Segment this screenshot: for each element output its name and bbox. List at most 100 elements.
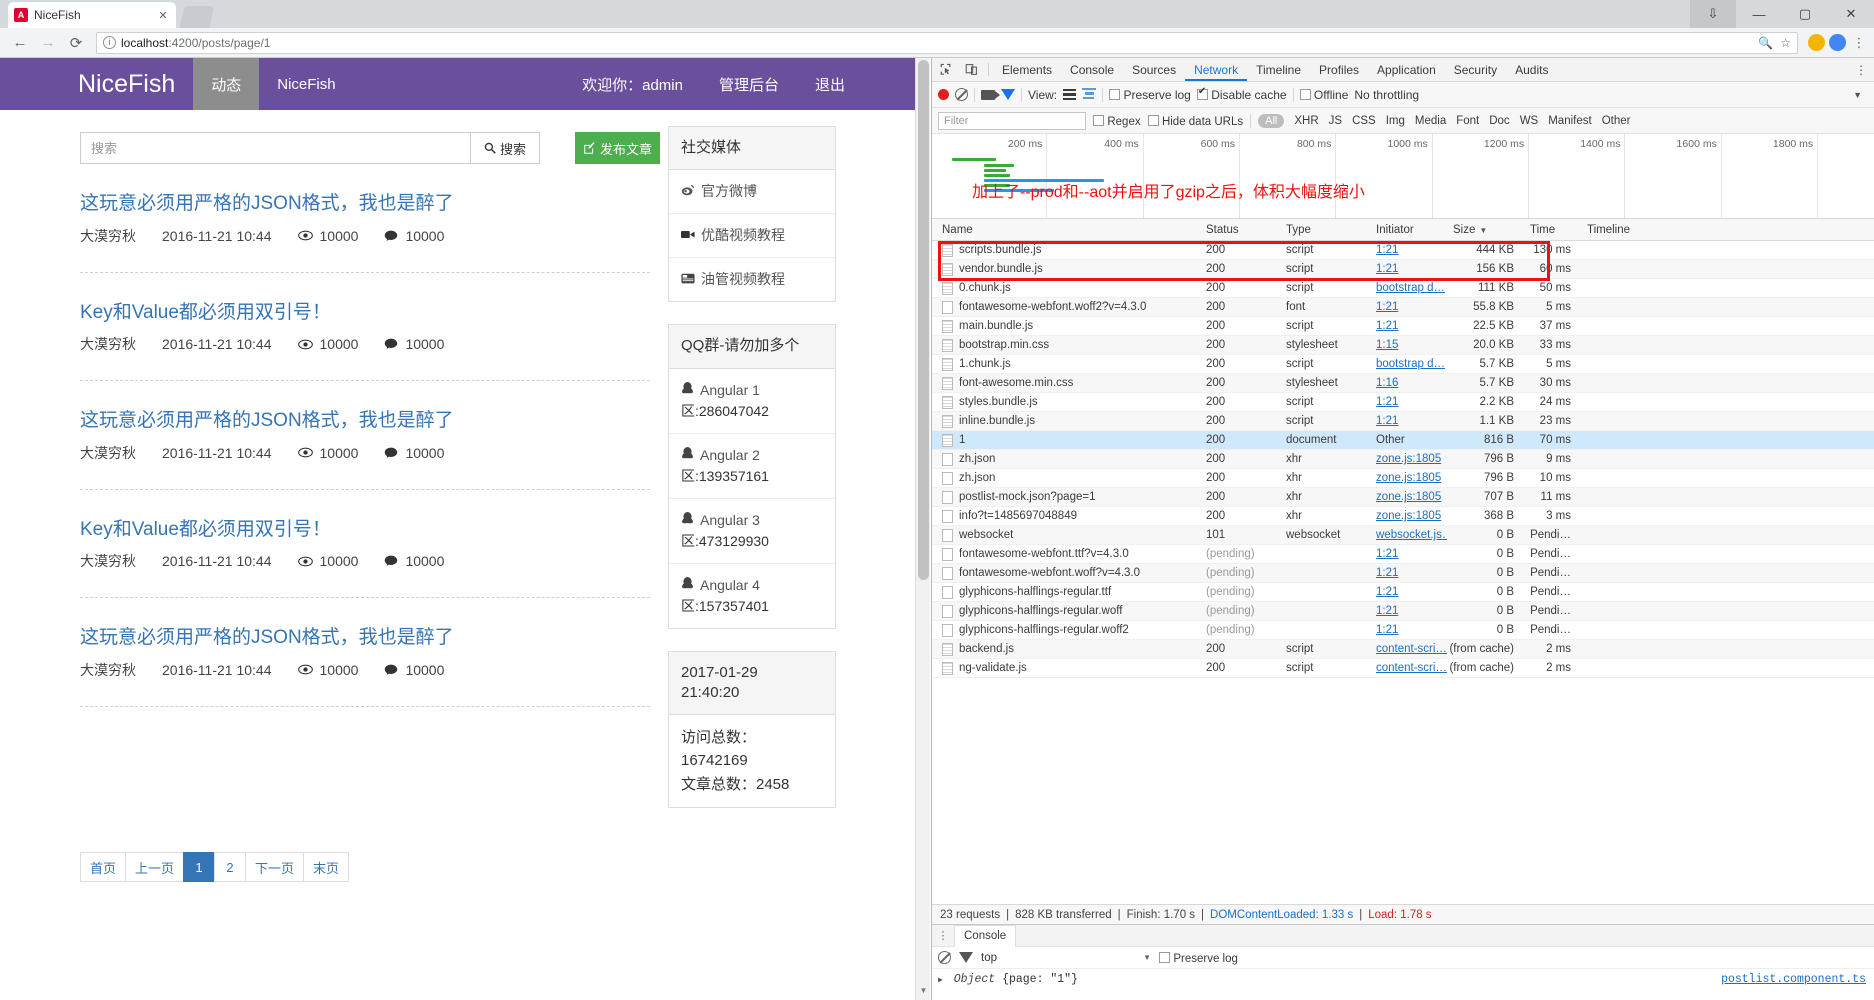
qq-group-item[interactable]: Angular 1 区:286047042 — [669, 369, 835, 434]
devtools-tab-elements[interactable]: Elements — [993, 58, 1061, 81]
funnel-icon[interactable] — [1001, 89, 1015, 100]
preserve-log-checkbox[interactable]: Preserve log — [1109, 88, 1191, 102]
console-clear-icon[interactable] — [938, 951, 951, 964]
table-row[interactable]: info?t=1485697048849 200 xhr zone.js:1805 36… — [932, 507, 1874, 526]
hide-data-urls-checkbox[interactable]: Hide data URLs — [1147, 114, 1243, 128]
drawer-menu-icon[interactable]: ⋮ — [932, 929, 954, 942]
table-row[interactable]: zh.json 200 xhr zone.js:1805 796 B 10 ms — [932, 469, 1874, 488]
devtools-tab-application[interactable]: Application — [1368, 58, 1445, 81]
request-initiator[interactable]: content-scri… — [1370, 643, 1447, 655]
request-initiator[interactable]: 1:21 — [1370, 244, 1447, 256]
social-media-item[interactable]: 优酷视频教程 — [669, 214, 835, 259]
filter-type-css[interactable]: CSS — [1352, 115, 1376, 127]
request-initiator[interactable]: bootstrap d… — [1370, 282, 1447, 294]
download-icon[interactable]: ⇩ — [1690, 0, 1736, 28]
request-initiator[interactable]: zone.js:1805 — [1370, 453, 1447, 465]
pagination-item[interactable]: 首页 — [80, 852, 127, 882]
inspect-element-icon[interactable] — [932, 58, 958, 81]
table-row[interactable]: glyphicons-halflings-regular.woff (pendin… — [932, 602, 1874, 621]
disable-cache-checkbox[interactable]: Disable cache — [1196, 86, 1287, 102]
throttling-select[interactable]: No throttling — [1354, 88, 1419, 102]
chevron-down-icon[interactable]: ▼ — [1853, 90, 1868, 100]
col-time[interactable]: Time — [1524, 224, 1579, 236]
devtools-tab-network[interactable]: Network — [1185, 58, 1247, 81]
request-initiator[interactable]: 1:21 — [1370, 605, 1447, 617]
request-initiator[interactable]: 1:21 — [1370, 624, 1447, 636]
regex-checkbox[interactable]: Regex — [1093, 114, 1141, 128]
filter-type-font[interactable]: Font — [1456, 115, 1479, 127]
record-icon[interactable] — [938, 89, 949, 100]
table-row[interactable]: vendor.bundle.js 200 script 1:21 156 KB 60 ms — [932, 260, 1874, 279]
request-initiator[interactable]: 1:21 — [1370, 301, 1447, 313]
table-row[interactable]: scripts.bundle.js 200 script 1:21 444 KB 130 … — [932, 241, 1874, 260]
admin-console-link[interactable]: 管理后台 — [701, 58, 797, 110]
filter-type-xhr[interactable]: XHR — [1294, 115, 1318, 127]
filter-type-all[interactable]: All — [1258, 113, 1285, 128]
table-row[interactable]: styles.bundle.js 200 script 1:21 2.2 KB 24 ms — [932, 393, 1874, 412]
list-view-icon[interactable] — [1063, 88, 1077, 101]
request-initiator[interactable]: 1:21 — [1370, 548, 1447, 560]
network-request-list[interactable]: scripts.bundle.js 200 script 1:21 444 KB 130 … — [932, 241, 1874, 904]
col-size[interactable]: Size ▼ — [1447, 224, 1524, 236]
table-row[interactable]: bootstrap.min.css 200 stylesheet 1:15 20.0 K… — [932, 336, 1874, 355]
console-filter-icon[interactable] — [959, 952, 973, 963]
devtools-tab-profiles[interactable]: Profiles — [1310, 58, 1368, 81]
request-initiator[interactable]: 1:21 — [1370, 586, 1447, 598]
table-row[interactable]: fontawesome-webfont.woff?v=4.3.0 (pending… — [932, 564, 1874, 583]
table-row[interactable]: 1 200 document Other 816 B 70 ms — [932, 431, 1874, 450]
table-row[interactable]: ng-validate.js 200 script content-scri… (fro… — [932, 659, 1874, 678]
console-log-source[interactable]: postlist.component.ts — [1721, 973, 1866, 986]
zoom-icon[interactable]: 🔍 — [1758, 36, 1773, 50]
table-row[interactable]: inline.bundle.js 200 script 1:21 1.1 KB 23 ms — [932, 412, 1874, 431]
device-toolbar-icon[interactable] — [958, 58, 984, 81]
request-initiator[interactable]: 1:21 — [1370, 263, 1447, 275]
extension-icon[interactable] — [1808, 34, 1825, 51]
filter-type-doc[interactable]: Doc — [1489, 115, 1509, 127]
drawer-tab-console[interactable]: Console — [954, 924, 1017, 947]
col-timeline[interactable]: Timeline — [1579, 224, 1874, 236]
waterfall-view-icon[interactable] — [1082, 87, 1097, 102]
back-icon[interactable]: ← — [6, 31, 34, 55]
pagination-item[interactable]: 下一页 — [245, 852, 305, 882]
request-initiator[interactable]: websocket.js… — [1370, 529, 1447, 541]
social-media-item[interactable]: 官方微博 — [669, 170, 835, 215]
request-initiator[interactable]: 1:15 — [1370, 339, 1447, 351]
offline-checkbox[interactable]: Offline — [1299, 88, 1348, 102]
filter-type-js[interactable]: JS — [1329, 115, 1342, 127]
devtools-tab-audits[interactable]: Audits — [1506, 58, 1557, 81]
table-row[interactable]: 1.chunk.js 200 script bootstrap d… 5.7 KB 5 m… — [932, 355, 1874, 374]
table-row[interactable]: main.bundle.js 200 script 1:21 22.5 KB 37 ms — [932, 317, 1874, 336]
table-row[interactable]: glyphicons-halflings-regular.woff2 (pendi… — [932, 621, 1874, 640]
request-initiator[interactable]: 1:21 — [1370, 396, 1447, 408]
devtools-tab-sources[interactable]: Sources — [1123, 58, 1185, 81]
table-row[interactable]: postlist-mock.json?page=1 200 xhr zone.js:1… — [932, 488, 1874, 507]
nav-item-dynamic[interactable]: 动态 — [193, 58, 260, 110]
post-title[interactable]: 这玩意必须用严格的JSON格式，我也是醉了 — [80, 190, 650, 218]
table-row[interactable]: fontawesome-webfont.woff2?v=4.3.0 200 font… — [932, 298, 1874, 317]
pagination-item[interactable]: 末页 — [303, 852, 350, 882]
new-tab-button[interactable] — [179, 6, 215, 28]
console-context-select[interactable]: top ▼ — [981, 952, 1151, 964]
close-window-button[interactable]: ✕ — [1828, 0, 1874, 28]
browser-tab[interactable]: A NiceFish ✕ — [8, 2, 176, 28]
filter-type-manifest[interactable]: Manifest — [1548, 115, 1591, 127]
scroll-down-icon[interactable]: ▼ — [916, 986, 930, 1000]
pagination-item[interactable]: 上一页 — [125, 852, 185, 882]
publish-article-button[interactable]: 发布文章 — [575, 132, 660, 164]
qq-group-item[interactable]: Angular 2 区:139357161 — [669, 434, 835, 499]
request-initiator[interactable]: zone.js:1805 — [1370, 491, 1447, 503]
tab-close-icon[interactable]: ✕ — [156, 9, 170, 22]
request-initiator[interactable]: 1:16 — [1370, 377, 1447, 389]
forward-icon[interactable]: → — [34, 31, 62, 55]
network-overview[interactable]: 200 ms 400 ms 600 ms 800 ms 1000 ms 1200 ms 14… — [932, 134, 1874, 219]
filter-type-ws[interactable]: WS — [1520, 115, 1539, 127]
camera-icon[interactable] — [981, 89, 1000, 100]
devtools-tab-timeline[interactable]: Timeline — [1247, 58, 1310, 81]
table-row[interactable]: font-awesome.min.css 200 stylesheet 1:16 5.7… — [932, 374, 1874, 393]
scrollbar-thumb[interactable] — [918, 60, 929, 580]
post-title[interactable]: 这玩意必须用严格的JSON格式，我也是醉了 — [80, 407, 650, 435]
table-row[interactable]: backend.js 200 script content-scri… (from ca… — [932, 640, 1874, 659]
filter-type-img[interactable]: Img — [1386, 115, 1405, 127]
maximize-button[interactable]: ▢ — [1782, 0, 1828, 28]
qq-group-item[interactable]: Angular 4 区:157357401 — [669, 564, 835, 628]
